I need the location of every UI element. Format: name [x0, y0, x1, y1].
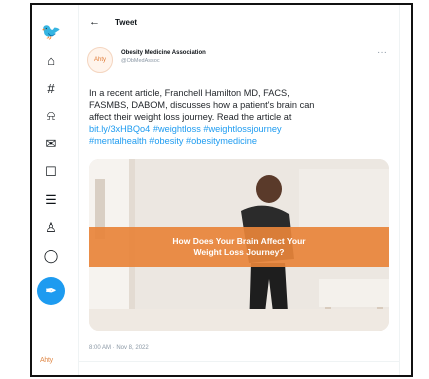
account-switcher[interactable]: Ahty	[40, 357, 62, 367]
tweet-text-line: FASMBS, DABOM, discusses how a patient's…	[89, 100, 315, 110]
tweet-text-line: In a recent article, Franchell Hamilton …	[89, 88, 290, 98]
browser-frame: 🐦 ⌂ # ⍾ ✉ ☐ ☰ ♙ ◯ ✒ Ahty ← Tweet Ahty Ob…	[30, 3, 413, 377]
divider	[79, 361, 399, 362]
author-names: Obesity Medicine Association @ObMedAssoc	[121, 50, 206, 73]
bookmarks-icon[interactable]: ☐	[40, 161, 62, 183]
messages-icon[interactable]: ✉	[40, 133, 62, 155]
home-icon[interactable]: ⌂	[40, 49, 62, 71]
avatar[interactable]: Ahty	[87, 47, 113, 73]
article-link[interactable]: bit.ly/3xHBQo4	[89, 124, 150, 134]
hashtags[interactable]: #mentalhealth #obesity #obesitymedicine	[89, 135, 389, 147]
profile-icon[interactable]: ♙	[40, 217, 62, 239]
lists-icon[interactable]: ☰	[40, 189, 62, 211]
tweet-column: ← Tweet Ahty Obesity Medicine Associatio…	[78, 5, 400, 375]
hashtags[interactable]: #weightloss #weightlossjourney	[153, 124, 282, 134]
tweet-text-line: affect their weight loss journey. Read t…	[89, 112, 292, 122]
tweet-header: ← Tweet	[79, 5, 399, 39]
sidebar-nav: 🐦 ⌂ # ⍾ ✉ ☐ ☰ ♙ ◯ ✒ Ahty	[32, 5, 70, 375]
tweet-media-image[interactable]: How Does Your Brain Affect Your Weight L…	[89, 159, 389, 331]
notifications-icon[interactable]: ⍾	[40, 105, 62, 127]
twitter-logo-icon[interactable]: 🐦	[40, 21, 62, 43]
more-options-icon[interactable]: ···	[377, 47, 387, 58]
compose-tweet-button[interactable]: ✒	[37, 277, 65, 305]
media-caption-line: How Does Your Brain Affect Your	[172, 236, 306, 246]
media-caption-banner: How Does Your Brain Affect Your Weight L…	[89, 227, 389, 267]
back-arrow-icon[interactable]: ←	[89, 16, 111, 28]
media-caption-line: Weight Loss Journey?	[193, 247, 285, 257]
tweet-timestamp[interactable]: 8:00 AM · Nov 8, 2022	[89, 345, 149, 351]
author-display-name[interactable]: Obesity Medicine Association	[121, 50, 206, 56]
explore-icon[interactable]: #	[40, 77, 62, 99]
tweet-author: Ahty Obesity Medicine Association @ObMed…	[79, 39, 399, 73]
author-handle[interactable]: @ObMedAssoc	[121, 58, 206, 64]
tweet-text: In a recent article, Franchell Hamilton …	[79, 73, 399, 147]
more-icon[interactable]: ◯	[40, 245, 62, 267]
page-title: Tweet	[115, 17, 138, 27]
